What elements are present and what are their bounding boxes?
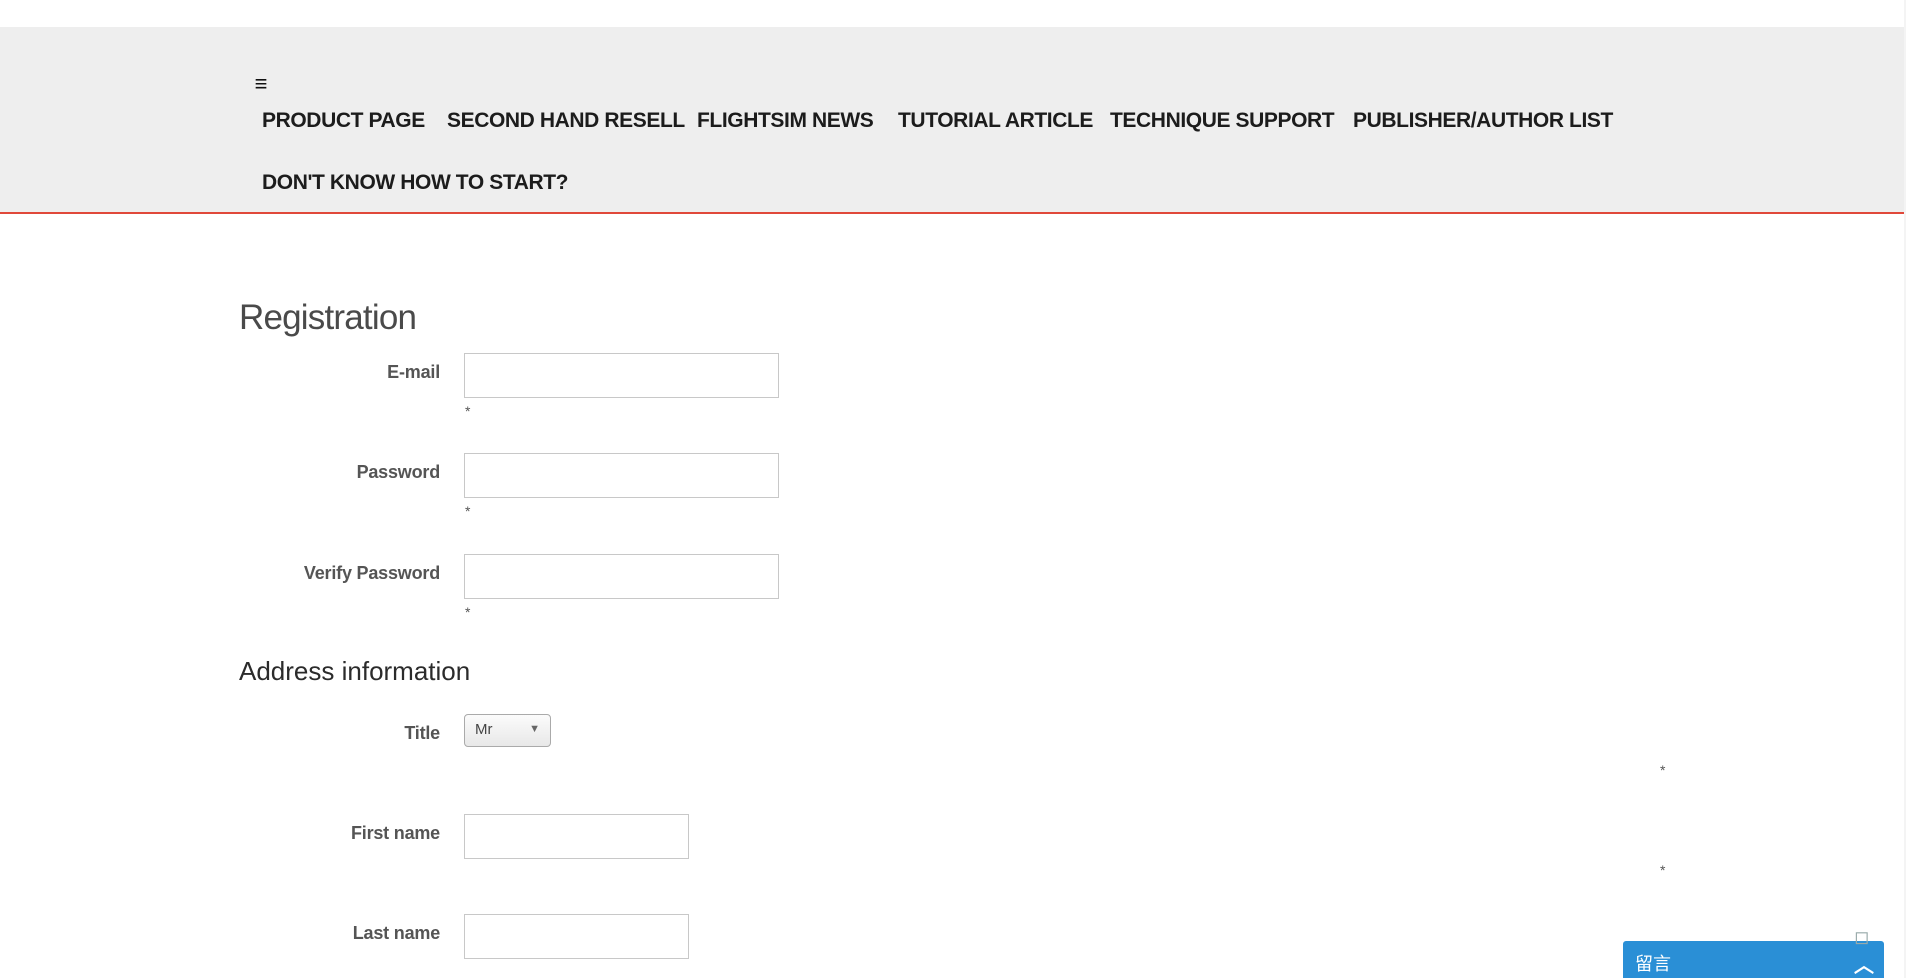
registration-heading: Registration [239, 298, 417, 337]
first-name-required-mark: * [1660, 862, 1666, 878]
title-label: Title [404, 723, 440, 743]
chat-label: 留言 [1635, 954, 1671, 975]
caret-down-icon: ▼ [529, 723, 540, 735]
nav-item-technique-support[interactable]: TECHNIQUE SUPPORT [1110, 109, 1335, 133]
password-required-mark: * [465, 503, 471, 519]
password-label: Password [356, 462, 441, 482]
title-select-value: Mr [475, 721, 493, 738]
verify-password-label: Verify Password [303, 563, 440, 583]
verify-password-field[interactable] [464, 554, 779, 599]
email-label: E-mail [387, 362, 440, 382]
page: ≡ PRODUCT PAGE SECOND HAND RESELL FLIGHT… [0, 0, 1906, 978]
email-required-mark: * [465, 403, 471, 419]
address-heading: Address information [239, 656, 471, 686]
verify-password-required-mark: * [465, 604, 471, 620]
nav-item-product-page[interactable]: PRODUCT PAGE [262, 109, 425, 133]
nav-item-flightsim-news[interactable]: FLIGHTSIM NEWS [697, 109, 874, 133]
title-required-mark: * [1660, 762, 1666, 778]
nav-item-second-hand-resell[interactable]: SECOND HAND RESELL [447, 109, 685, 133]
nav-item-tutorial-article[interactable]: TUTORIAL ARTICLE [898, 109, 1093, 133]
chat-widget[interactable]: 留言 ︿ [1623, 941, 1884, 978]
first-name-field[interactable] [464, 814, 689, 859]
main-nav: ≡ PRODUCT PAGE SECOND HAND RESELL FLIGHT… [0, 27, 1906, 214]
nav-item-publisher-author-list[interactable]: PUBLISHER/AUTHOR LIST [1353, 109, 1613, 133]
last-name-field[interactable] [464, 914, 689, 959]
last-name-label: Last name [352, 923, 440, 943]
menu-icon[interactable]: ≡ [249, 72, 273, 96]
title-select[interactable]: Mr ▼ [464, 714, 551, 747]
nav-item-dont-know-how-to-start[interactable]: DON'T KNOW HOW TO START? [262, 171, 568, 195]
password-field[interactable] [464, 453, 779, 498]
first-name-label: First name [350, 823, 440, 843]
email-field[interactable] [464, 353, 779, 398]
